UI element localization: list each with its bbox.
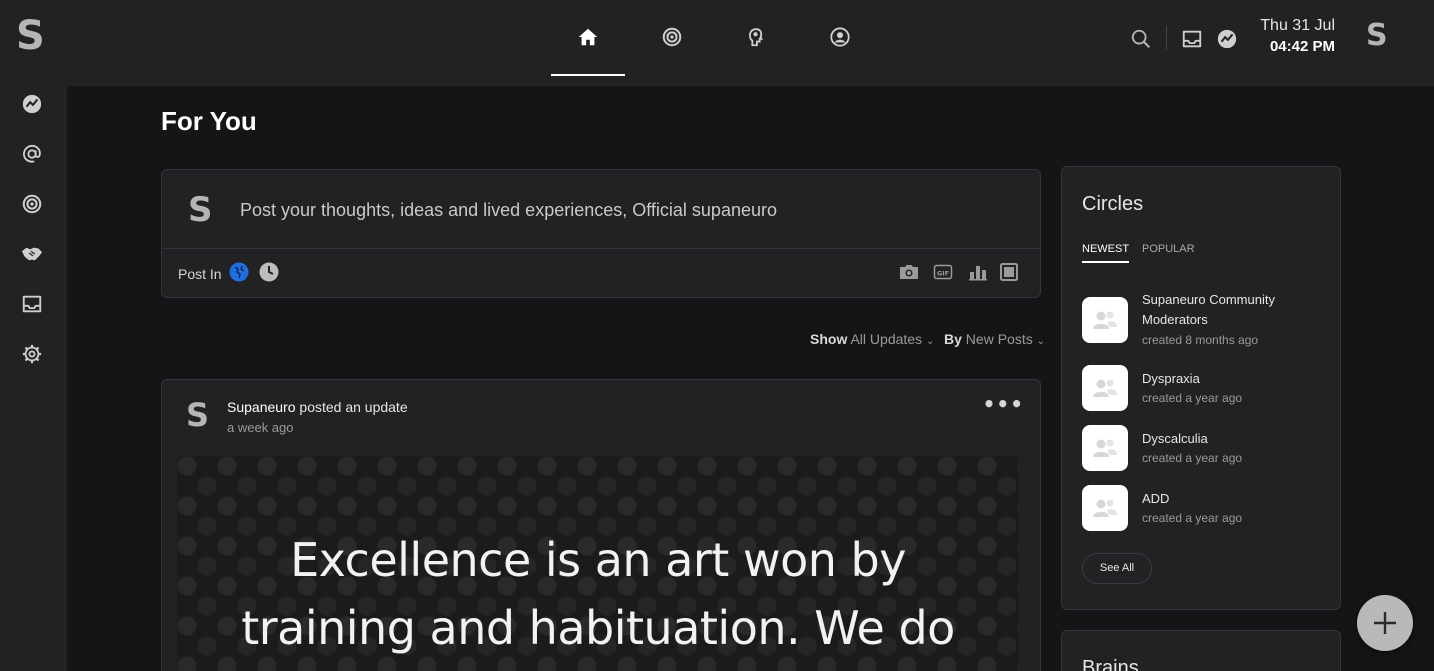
circle-name: Dyspraxia xyxy=(1142,371,1200,386)
composer-avatar: S xyxy=(188,190,213,230)
nav-brains[interactable] xyxy=(719,0,793,86)
inbox-icon[interactable] xyxy=(21,293,43,315)
circle-item[interactable]: Dyscalculia created a year ago xyxy=(1082,425,1332,471)
post-action: posted an update xyxy=(295,399,408,415)
group-avatar xyxy=(1082,425,1128,471)
sort-filter[interactable]: By New Posts ⌄ xyxy=(944,331,1045,347)
circle-name: Dyscalculia xyxy=(1142,431,1208,446)
show-filter-label: Show xyxy=(810,331,848,347)
group-icon xyxy=(1093,499,1117,517)
circle-name: Supaneuro Community Moderators xyxy=(1142,292,1275,327)
clock-time: 04:42 PM xyxy=(1269,38,1335,55)
head-brain-icon xyxy=(749,28,763,47)
quote-line: Excellence is an art won by xyxy=(290,533,906,587)
composer-divider xyxy=(162,248,1040,249)
post-image[interactable]: Excellence is an art won by training and… xyxy=(177,456,1019,671)
show-filter-value: All Updates xyxy=(850,331,923,347)
chevron-down-icon: ⌄ xyxy=(1036,336,1045,347)
poll-icon[interactable] xyxy=(968,262,988,282)
sort-filter-value: New Posts xyxy=(965,331,1033,347)
circle-created: created a year ago xyxy=(1142,451,1243,465)
circle-item[interactable]: Supaneuro Community Moderators created 8… xyxy=(1082,292,1332,349)
post-in-label: Post In xyxy=(178,266,222,282)
clock: Thu 31 Jul 04:42 PM xyxy=(1255,16,1335,58)
frame-icon[interactable] xyxy=(999,262,1019,282)
app-logo[interactable]: S xyxy=(16,12,45,60)
post-composer: S Post your thoughts, ideas and lived ex… xyxy=(161,169,1041,298)
nav-profile[interactable] xyxy=(803,0,877,86)
photo-icon[interactable] xyxy=(899,262,919,282)
left-sidebar xyxy=(0,86,67,671)
feed-post: S Supaneuro posted an update a week ago … xyxy=(161,379,1041,671)
group-avatar xyxy=(1082,365,1128,411)
brains-title: Brains xyxy=(1082,657,1139,671)
group-icon xyxy=(1093,439,1117,457)
gif-icon[interactable]: GIF xyxy=(933,262,953,282)
quote-line: training and habituation. We do xyxy=(241,601,955,655)
top-bar: S Thu 31 Jul 04:42 PM S xyxy=(0,0,1434,86)
circle-created: created a year ago xyxy=(1142,391,1243,405)
profile-icon xyxy=(830,27,850,47)
more-options-button[interactable]: ••• xyxy=(983,392,1024,416)
clock-icon[interactable] xyxy=(259,262,279,282)
search-icon[interactable] xyxy=(1130,28,1152,50)
target-icon xyxy=(662,27,682,47)
at-icon[interactable] xyxy=(21,143,43,165)
activity-icon[interactable] xyxy=(21,93,43,115)
home-icon xyxy=(578,28,598,46)
toolbar-separator xyxy=(1166,26,1167,50)
inbox-icon[interactable] xyxy=(1181,28,1203,50)
group-avatar xyxy=(1082,297,1128,343)
clock-date: Thu 31 Jul xyxy=(1260,17,1335,34)
handshake-icon[interactable] xyxy=(21,243,43,265)
chevron-down-icon: ⌄ xyxy=(925,336,935,347)
show-filter[interactable]: Show All Updates ⌄ xyxy=(810,331,934,347)
circle-created: created 8 months ago xyxy=(1142,333,1259,347)
circle-item[interactable]: ADD created a year ago xyxy=(1082,485,1332,531)
nav-circles[interactable] xyxy=(635,0,709,86)
see-all-button[interactable]: See All xyxy=(1082,553,1152,584)
brains-panel: Brains xyxy=(1061,630,1341,671)
circles-panel: Circles NEWEST POPULAR Supaneuro Communi… xyxy=(1061,166,1341,610)
post-image-quote: Excellence is an art won by training and… xyxy=(177,526,1019,662)
activity-icon[interactable] xyxy=(1216,28,1238,50)
composer-input[interactable]: Post your thoughts, ideas and lived expe… xyxy=(240,200,777,221)
tab-popular[interactable]: POPULAR xyxy=(1142,243,1195,255)
circle-item[interactable]: Dyspraxia created a year ago xyxy=(1082,365,1332,411)
circles-title: Circles xyxy=(1082,193,1144,215)
gear-icon[interactable] xyxy=(21,343,43,365)
circle-name: ADD xyxy=(1142,491,1170,506)
post-header: Supaneuro posted an update xyxy=(227,399,408,415)
plus-icon xyxy=(1374,612,1396,634)
nav-home[interactable] xyxy=(551,0,625,86)
post-time: a week ago xyxy=(227,420,294,435)
post-author[interactable]: Supaneuro xyxy=(227,399,296,415)
globe-icon[interactable] xyxy=(229,262,249,282)
group-icon xyxy=(1093,379,1117,397)
sort-filter-label: By xyxy=(944,331,962,347)
page-title: For You xyxy=(161,106,257,136)
post-avatar[interactable]: S xyxy=(186,396,209,434)
group-avatar xyxy=(1082,485,1128,531)
top-navigation xyxy=(551,0,887,86)
create-button[interactable] xyxy=(1357,595,1413,651)
target-icon[interactable] xyxy=(21,193,43,215)
group-icon xyxy=(1093,311,1117,329)
svg-text:GIF: GIF xyxy=(937,270,949,278)
tab-newest[interactable]: NEWEST xyxy=(1082,243,1130,263)
circle-created: created a year ago xyxy=(1142,511,1243,525)
user-avatar[interactable]: S xyxy=(1366,18,1388,53)
